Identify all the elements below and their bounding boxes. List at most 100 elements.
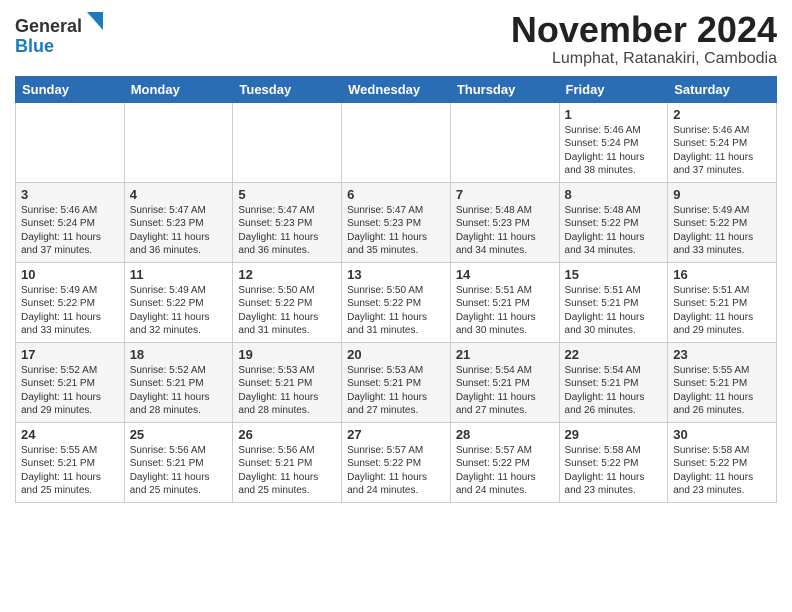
calendar-day-cell: 10 Sunrise: 5:49 AMSunset: 5:22 PMDayligh… [16,262,125,342]
day-info: Sunrise: 5:46 AMSunset: 5:24 PMDaylight:… [565,124,663,178]
calendar-day-cell: 24Sunrise: 5:55 AMSunset: 5:21 PMDayligh… [16,422,125,502]
calendar-day-cell: 9 Sunrise: 5:49 AMSunset: 5:22 PMDaylight… [668,182,777,262]
day-number: 8 [565,187,663,202]
day-number: 28 [456,427,554,442]
day-info: Sunrise: 5:54 AMSunset: 5:21 PMDaylight:… [565,364,663,418]
calendar-day-cell [233,102,342,182]
day-number: 23 [673,347,771,362]
day-number: 7 [456,187,554,202]
calendar-day-header: Monday [124,76,233,102]
logo-svg: General Blue [15,10,105,58]
day-info: Sunrise: 5:49 AMSunset: 5:22 PMDaylight:… [130,284,228,338]
day-number: 17 [21,347,119,362]
day-number: 9 [673,187,771,202]
calendar-day-cell: 30 Sunrise: 5:58 AMSunset: 5:22 PMDayligh… [668,422,777,502]
calendar-week-row: 24Sunrise: 5:55 AMSunset: 5:21 PMDayligh… [16,422,777,502]
day-number: 14 [456,267,554,282]
day-number: 13 [347,267,445,282]
calendar-day-cell: 2Sunrise: 5:46 AMSunset: 5:24 PMDaylight… [668,102,777,182]
calendar-day-header: Friday [559,76,668,102]
day-number: 26 [238,427,336,442]
calendar-day-cell: 19Sunrise: 5:53 AMSunset: 5:21 PMDayligh… [233,342,342,422]
day-info: Sunrise: 5:47 AMSunset: 5:23 PMDaylight:… [130,204,228,258]
header: General Blue November 2024 Lumphat, Rata… [15,10,777,68]
calendar-day-cell: 1 Sunrise: 5:46 AMSunset: 5:24 PMDaylight… [559,102,668,182]
logo: General Blue [15,10,105,58]
day-number: 11 [130,267,228,282]
day-info: Sunrise: 5:48 AMSunset: 5:22 PMDaylight:… [565,204,663,258]
page: General Blue November 2024 Lumphat, Rata… [0,0,792,518]
day-number: 22 [565,347,663,362]
day-info: Sunrise: 5:58 AMSunset: 5:22 PMDaylight:… [673,444,771,498]
title-block: November 2024 Lumphat, Ratanakiri, Cambo… [511,10,777,68]
calendar-day-cell: 6 Sunrise: 5:47 AMSunset: 5:23 PMDaylight… [342,182,451,262]
day-info: Sunrise: 5:57 AMSunset: 5:22 PMDaylight:… [456,444,554,498]
day-info: Sunrise: 5:55 AMSunset: 5:21 PMDaylight:… [673,364,771,418]
calendar-day-cell: 21 Sunrise: 5:54 AMSunset: 5:21 PMDayligh… [450,342,559,422]
day-info: Sunrise: 5:51 AMSunset: 5:21 PMDaylight:… [565,284,663,338]
day-number: 16 [673,267,771,282]
day-info: Sunrise: 5:56 AMSunset: 5:21 PMDaylight:… [130,444,228,498]
day-info: Sunrise: 5:51 AMSunset: 5:21 PMDaylight:… [456,284,554,338]
day-info: Sunrise: 5:46 AMSunset: 5:24 PMDaylight:… [21,204,119,258]
calendar-day-cell [342,102,451,182]
calendar-day-cell: 11 Sunrise: 5:49 AMSunset: 5:22 PMDayligh… [124,262,233,342]
day-info: Sunrise: 5:47 AMSunset: 5:23 PMDaylight:… [238,204,336,258]
calendar-day-header: Sunday [16,76,125,102]
day-info: Sunrise: 5:50 AMSunset: 5:22 PMDaylight:… [347,284,445,338]
calendar-day-cell: 27Sunrise: 5:57 AMSunset: 5:22 PMDayligh… [342,422,451,502]
day-number: 10 [21,267,119,282]
day-number: 29 [565,427,663,442]
day-number: 18 [130,347,228,362]
day-number: 3 [21,187,119,202]
day-number: 4 [130,187,228,202]
day-number: 19 [238,347,336,362]
day-number: 20 [347,347,445,362]
day-info: Sunrise: 5:49 AMSunset: 5:22 PMDaylight:… [673,204,771,258]
day-number: 27 [347,427,445,442]
calendar-day-cell: 7Sunrise: 5:48 AMSunset: 5:23 PMDaylight… [450,182,559,262]
calendar-day-cell: 18 Sunrise: 5:52 AMSunset: 5:21 PMDayligh… [124,342,233,422]
calendar-day-cell: 8 Sunrise: 5:48 AMSunset: 5:22 PMDaylight… [559,182,668,262]
calendar-day-cell: 17 Sunrise: 5:52 AMSunset: 5:21 PMDayligh… [16,342,125,422]
calendar-week-row: 17 Sunrise: 5:52 AMSunset: 5:21 PMDayligh… [16,342,777,422]
calendar-day-header: Tuesday [233,76,342,102]
calendar-day-cell: 29 Sunrise: 5:58 AMSunset: 5:22 PMDayligh… [559,422,668,502]
day-info: Sunrise: 5:53 AMSunset: 5:21 PMDaylight:… [347,364,445,418]
day-number: 21 [456,347,554,362]
calendar-day-header: Thursday [450,76,559,102]
calendar-day-cell: 28 Sunrise: 5:57 AMSunset: 5:22 PMDayligh… [450,422,559,502]
calendar-day-cell: 16 Sunrise: 5:51 AMSunset: 5:21 PMDayligh… [668,262,777,342]
day-number: 15 [565,267,663,282]
calendar-day-cell: 13 Sunrise: 5:50 AMSunset: 5:22 PMDayligh… [342,262,451,342]
calendar-header-row: SundayMondayTuesdayWednesdayThursdayFrid… [16,76,777,102]
calendar-day-cell: 4 Sunrise: 5:47 AMSunset: 5:23 PMDaylight… [124,182,233,262]
calendar-day-cell: 20 Sunrise: 5:53 AMSunset: 5:21 PMDayligh… [342,342,451,422]
calendar-day-cell: 25Sunrise: 5:56 AMSunset: 5:21 PMDayligh… [124,422,233,502]
day-number: 5 [238,187,336,202]
day-info: Sunrise: 5:52 AMSunset: 5:21 PMDaylight:… [130,364,228,418]
month-title: November 2024 [511,10,777,50]
day-number: 6 [347,187,445,202]
day-info: Sunrise: 5:58 AMSunset: 5:22 PMDaylight:… [565,444,663,498]
day-info: Sunrise: 5:54 AMSunset: 5:21 PMDaylight:… [456,364,554,418]
calendar-day-cell: 5 Sunrise: 5:47 AMSunset: 5:23 PMDaylight… [233,182,342,262]
calendar-day-cell [124,102,233,182]
calendar-week-row: 3 Sunrise: 5:46 AMSunset: 5:24 PMDaylight… [16,182,777,262]
day-info: Sunrise: 5:49 AMSunset: 5:22 PMDaylight:… [21,284,119,338]
day-number: 12 [238,267,336,282]
day-info: Sunrise: 5:51 AMSunset: 5:21 PMDaylight:… [673,284,771,338]
calendar-day-header: Wednesday [342,76,451,102]
day-number: 1 [565,107,663,122]
day-number: 24 [21,427,119,442]
day-info: Sunrise: 5:56 AMSunset: 5:21 PMDaylight:… [238,444,336,498]
calendar-day-cell: 22 Sunrise: 5:54 AMSunset: 5:21 PMDayligh… [559,342,668,422]
day-info: Sunrise: 5:52 AMSunset: 5:21 PMDaylight:… [21,364,119,418]
calendar-day-cell [450,102,559,182]
calendar-week-row: 1 Sunrise: 5:46 AMSunset: 5:24 PMDaylight… [16,102,777,182]
day-number: 30 [673,427,771,442]
svg-text:General: General [15,16,82,36]
calendar-day-header: Saturday [668,76,777,102]
day-info: Sunrise: 5:47 AMSunset: 5:23 PMDaylight:… [347,204,445,258]
svg-text:Blue: Blue [15,36,54,56]
